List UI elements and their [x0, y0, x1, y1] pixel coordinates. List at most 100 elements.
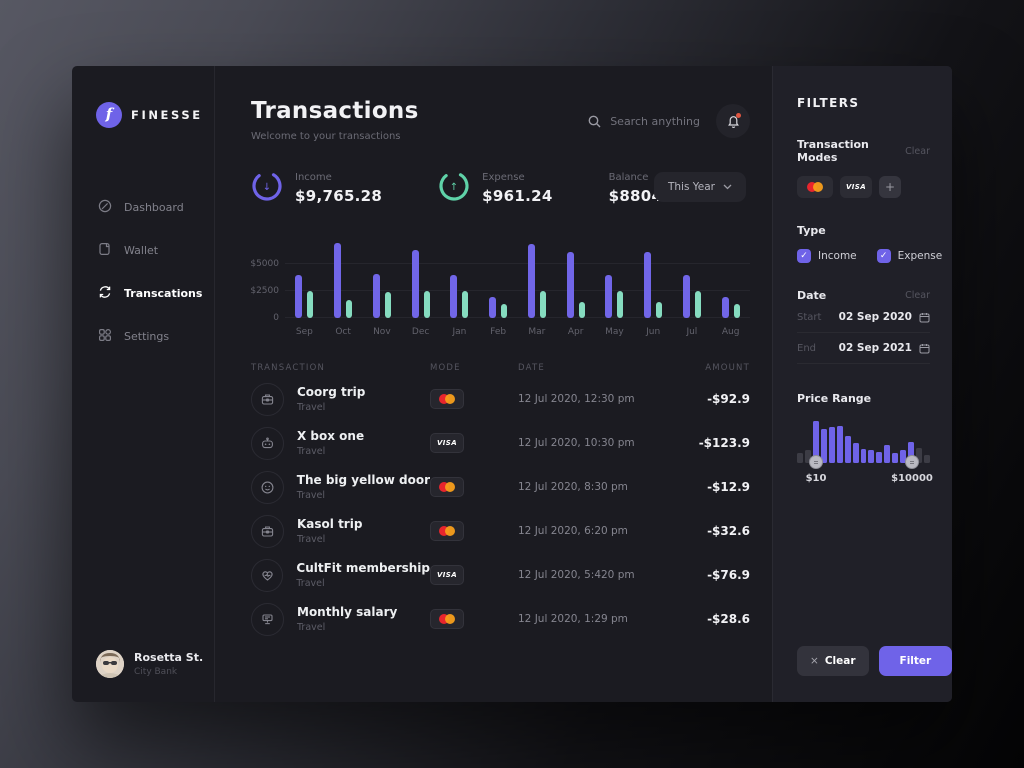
date-start-row: Start 02 Sep 2020: [797, 302, 930, 333]
table-row[interactable]: X box oneTravelVISA12 Jul 2020, 10:30 pm…: [251, 421, 750, 465]
date-start-picker[interactable]: 02 Sep 2020: [839, 311, 930, 323]
svg-text:↓: ↓: [263, 182, 271, 193]
close-icon: ×: [810, 655, 819, 667]
date-clear[interactable]: Clear: [905, 290, 930, 301]
expense-bar: [385, 292, 391, 318]
column-header-mode: MODE: [430, 363, 518, 373]
expense-bar: [695, 291, 701, 318]
transaction-category: Travel: [297, 446, 364, 457]
income-bar: [722, 297, 729, 318]
stats-row: ↓Income$9,765.28↑Expense$961.24Balance$8…: [251, 170, 750, 206]
income-bar: [450, 275, 457, 318]
sidebar-item-label: Wallet: [124, 244, 158, 257]
histogram-bar: [876, 452, 882, 463]
monthly-bar-chart: $5000$25000: [251, 242, 750, 318]
transaction-amount: -$92.9: [678, 392, 750, 406]
histogram-bar: [861, 449, 867, 463]
transaction-amount: -$123.9: [678, 436, 750, 450]
checkbox-label: Expense: [898, 250, 943, 262]
svg-text:↑: ↑: [450, 182, 458, 193]
user-profile[interactable]: Rosetta St. City Bank: [96, 650, 203, 678]
transaction-date: 12 Jul 2020, 10:30 pm: [518, 437, 678, 449]
notifications-button[interactable]: [716, 104, 750, 138]
apply-filter-button[interactable]: Filter: [879, 646, 952, 676]
expense-bar: [424, 291, 430, 318]
robot-icon: [251, 427, 284, 460]
smiley-icon: [251, 471, 284, 504]
transaction-amount: -$12.9: [678, 480, 750, 494]
expense-bar: [734, 304, 740, 318]
sidebar-item-label: Settings: [124, 330, 169, 343]
x-tick-label: May: [595, 327, 634, 337]
stat-value: $9,765.28: [295, 187, 382, 205]
stat-expense: ↑Expense$961.24: [438, 170, 552, 206]
bar-group-dec: [401, 242, 440, 318]
brand-glyph: f: [106, 105, 112, 123]
y-tick-label: 0: [273, 313, 279, 323]
main-content: Transactions Welcome to your transaction…: [215, 66, 772, 702]
period-label: This Year: [668, 181, 715, 193]
sidebar-nav: Dashboard Wallet Transcations Settings: [72, 190, 214, 354]
search-icon: [588, 115, 601, 128]
chart-bars: [285, 242, 750, 318]
table-row[interactable]: Monthly salaryTravel12 Jul 2020, 1:29 pm…: [251, 597, 750, 641]
bar-group-may: [595, 242, 634, 318]
histogram-bar: [797, 453, 803, 464]
chart-y-axis: $5000$25000: [251, 242, 285, 318]
add-mode-chip[interactable]: +: [879, 176, 901, 198]
bar-group-oct: [324, 242, 363, 318]
histogram-bar: [868, 450, 874, 463]
checkbox-expense[interactable]: ✓Expense: [877, 249, 943, 263]
date-label: Date: [797, 289, 826, 302]
visa-chip[interactable]: VISA: [840, 176, 872, 198]
income-ring-icon: ↓: [251, 170, 283, 206]
y-tick-label: $5000: [250, 259, 279, 269]
transaction-date: 12 Jul 2020, 5:420 pm: [518, 569, 678, 581]
bar-group-apr: [556, 242, 595, 318]
table-row[interactable]: The big yellow doorTravel12 Jul 2020, 8:…: [251, 465, 750, 509]
chevron-down-icon: [723, 184, 732, 190]
price-range-handle-min[interactable]: [809, 455, 823, 469]
search-input[interactable]: Search anything: [588, 115, 700, 128]
brand: f FINESSE: [72, 66, 214, 128]
x-tick-label: Nov: [363, 327, 402, 337]
sidebar-item-wallet[interactable]: Wallet: [72, 233, 214, 268]
histogram-bar: [837, 426, 843, 463]
date-start-value: 02 Sep 2020: [839, 311, 912, 323]
expense-bar: [501, 304, 507, 318]
table-row[interactable]: Coorg tripTravel12 Jul 2020, 12:30 pm-$9…: [251, 377, 750, 421]
type-checkboxes: ✓Income✓Expense: [797, 249, 930, 263]
date-end-label: End: [797, 343, 816, 354]
income-bar: [683, 275, 690, 318]
transactions-table: TRANSACTIONMODEDATEAMOUNT Coorg tripTrav…: [251, 363, 750, 641]
briefcase-icon: [251, 383, 284, 416]
wallet-icon: [98, 241, 112, 260]
briefcase-icon: [251, 515, 284, 548]
x-tick-label: Jan: [440, 327, 479, 337]
transaction-amount: -$32.6: [678, 524, 750, 538]
transaction-modes-clear[interactable]: Clear: [905, 146, 930, 157]
profile-name: Rosetta St.: [134, 651, 203, 664]
bar-group-nov: [363, 242, 402, 318]
table-row[interactable]: Kasol tripTravel12 Jul 2020, 6:20 pm-$32…: [251, 509, 750, 553]
table-row[interactable]: CultFit membershipTravelVISA12 Jul 2020,…: [251, 553, 750, 597]
checkbox-income[interactable]: ✓Income: [797, 249, 857, 263]
price-range-handle-max[interactable]: [905, 455, 919, 469]
x-tick-label: Apr: [556, 327, 595, 337]
transaction-name: Monthly salary: [297, 605, 397, 619]
mastercard-chip[interactable]: [797, 176, 833, 198]
sidebar-item-transcations[interactable]: Transcations: [72, 276, 214, 311]
clear-filters-button[interactable]: × Clear: [797, 646, 869, 676]
date-end-picker[interactable]: 02 Sep 2021: [839, 342, 930, 354]
income-bar: [528, 244, 535, 318]
profile-bank: City Bank: [134, 667, 203, 677]
sidebar-item-settings[interactable]: Settings: [72, 319, 214, 354]
search-placeholder: Search anything: [610, 115, 700, 128]
pos-icon: [251, 603, 284, 636]
period-selector[interactable]: This Year: [654, 172, 746, 202]
sidebar-item-dashboard[interactable]: Dashboard: [72, 190, 214, 225]
income-bar: [605, 275, 612, 318]
table-body: Coorg tripTravel12 Jul 2020, 12:30 pm-$9…: [251, 377, 750, 641]
income-bar: [373, 274, 380, 319]
stat-income: ↓Income$9,765.28: [251, 170, 382, 206]
